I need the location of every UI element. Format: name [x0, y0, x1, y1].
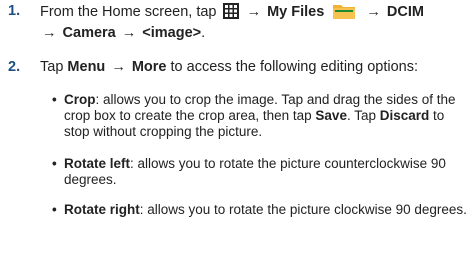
option-description: : allows you to rotate the picture count…: [130, 156, 446, 171]
menu-path-more: More: [131, 59, 167, 75]
editing-options-list: • Crop: allows you to crop the image. Ta…: [52, 92, 472, 257]
list-item-text: Rotate right: allows you to rotate the p…: [64, 202, 472, 218]
menu-path-dcim: DCIM: [386, 4, 424, 20]
step-2-text: Tap Menu → More to access the following …: [40, 58, 476, 77]
menu-path-my-files: My Files: [267, 4, 325, 20]
period: .: [201, 25, 206, 41]
step-2: 2. Tap Menu → More to access the followi…: [0, 58, 476, 80]
option-term: Rotate right: [64, 202, 140, 217]
arrow: →: [366, 4, 381, 20]
apps-grid-icon: [222, 3, 239, 19]
arrow: →: [111, 59, 126, 75]
arrow: →: [42, 25, 57, 41]
bullet-dot: •: [52, 92, 57, 107]
option-term: Crop: [64, 92, 96, 107]
option-description: : allows you to rotate the picture clock…: [139, 202, 467, 217]
list-item-text: Rotate left: allows you to rotate the pi…: [64, 156, 472, 188]
menu-path-image: <image>: [142, 25, 202, 41]
instructions-page: 1. From the Home screen, tap → My Files: [0, 0, 476, 257]
discard-label: Discard: [379, 108, 430, 123]
save-label: Save: [315, 108, 347, 123]
menu-path-camera: Camera: [62, 25, 116, 41]
option-description: . Tap: [346, 108, 376, 123]
step-text: to access the following editing options:: [170, 59, 418, 75]
step-text: Tap: [40, 59, 64, 75]
option-term: Rotate left: [64, 156, 131, 171]
step-text: From the Home screen, tap: [40, 4, 217, 20]
option-description: degrees.: [64, 172, 117, 187]
folder-icon: [332, 2, 356, 20]
step-1: 1. From the Home screen, tap → My Files: [0, 2, 476, 42]
arrow: →: [246, 4, 262, 20]
option-description: to: [433, 108, 445, 123]
bullet-dot: •: [52, 156, 57, 171]
step-number: 1.: [8, 3, 21, 19]
option-description: crop box to create the crop area, then t…: [64, 108, 312, 123]
option-description: : allows you to crop the image. Tap and …: [95, 92, 456, 107]
step-number: 2.: [8, 59, 21, 75]
bullet-dot: •: [52, 202, 57, 217]
arrow: →: [121, 25, 137, 41]
option-description: stop without cropping the picture.: [64, 124, 263, 139]
list-item-text: Crop: allows you to crop the image. Tap …: [64, 92, 472, 140]
menu-path-menu: Menu: [67, 59, 106, 75]
